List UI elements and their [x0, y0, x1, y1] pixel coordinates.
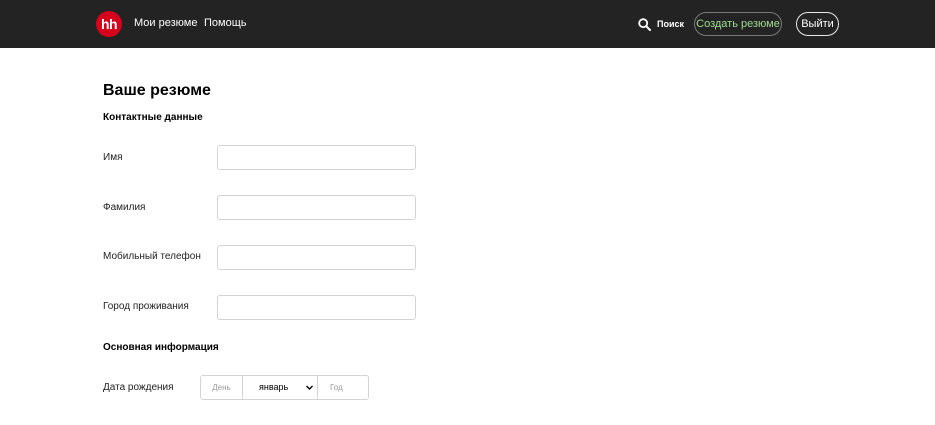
phone-label: Мобильный телефон — [103, 251, 201, 262]
logout-button[interactable]: Выйти — [796, 12, 839, 36]
birth-day-input[interactable] — [201, 376, 243, 399]
top-navigation-bar: hh Мои резюме Помощь Поиск Создать резюм… — [0, 0, 935, 48]
nav-my-resumes-link[interactable]: Мои резюме — [134, 17, 197, 29]
first-name-label: Имя — [103, 152, 123, 163]
create-resume-button[interactable]: Создать резюме — [694, 12, 782, 36]
last-name-label: Фамилия — [103, 202, 146, 213]
birth-date-group: январь — [200, 375, 369, 400]
basic-info-section-title: Основная информация — [103, 342, 219, 353]
birth-month-value: январь — [259, 382, 289, 392]
chevron-down-icon — [305, 383, 314, 394]
page-title: Ваше резюме — [103, 82, 211, 99]
search-button[interactable]: Поиск — [638, 16, 684, 32]
first-name-input[interactable] — [217, 145, 416, 170]
phone-input[interactable] — [217, 245, 416, 270]
nav-help-link[interactable]: Помощь — [204, 17, 247, 29]
last-name-input[interactable] — [217, 195, 416, 220]
birth-month-select[interactable]: январь — [243, 376, 318, 399]
search-icon — [638, 17, 651, 31]
contacts-section-title: Контактные данные — [103, 112, 203, 123]
hh-logo[interactable]: hh — [96, 11, 122, 37]
birth-date-label: Дата рождения — [103, 382, 174, 393]
city-label: Город проживания — [103, 301, 189, 312]
birth-year-input[interactable] — [318, 376, 368, 399]
search-label: Поиск — [657, 19, 685, 29]
city-input[interactable] — [217, 295, 416, 320]
